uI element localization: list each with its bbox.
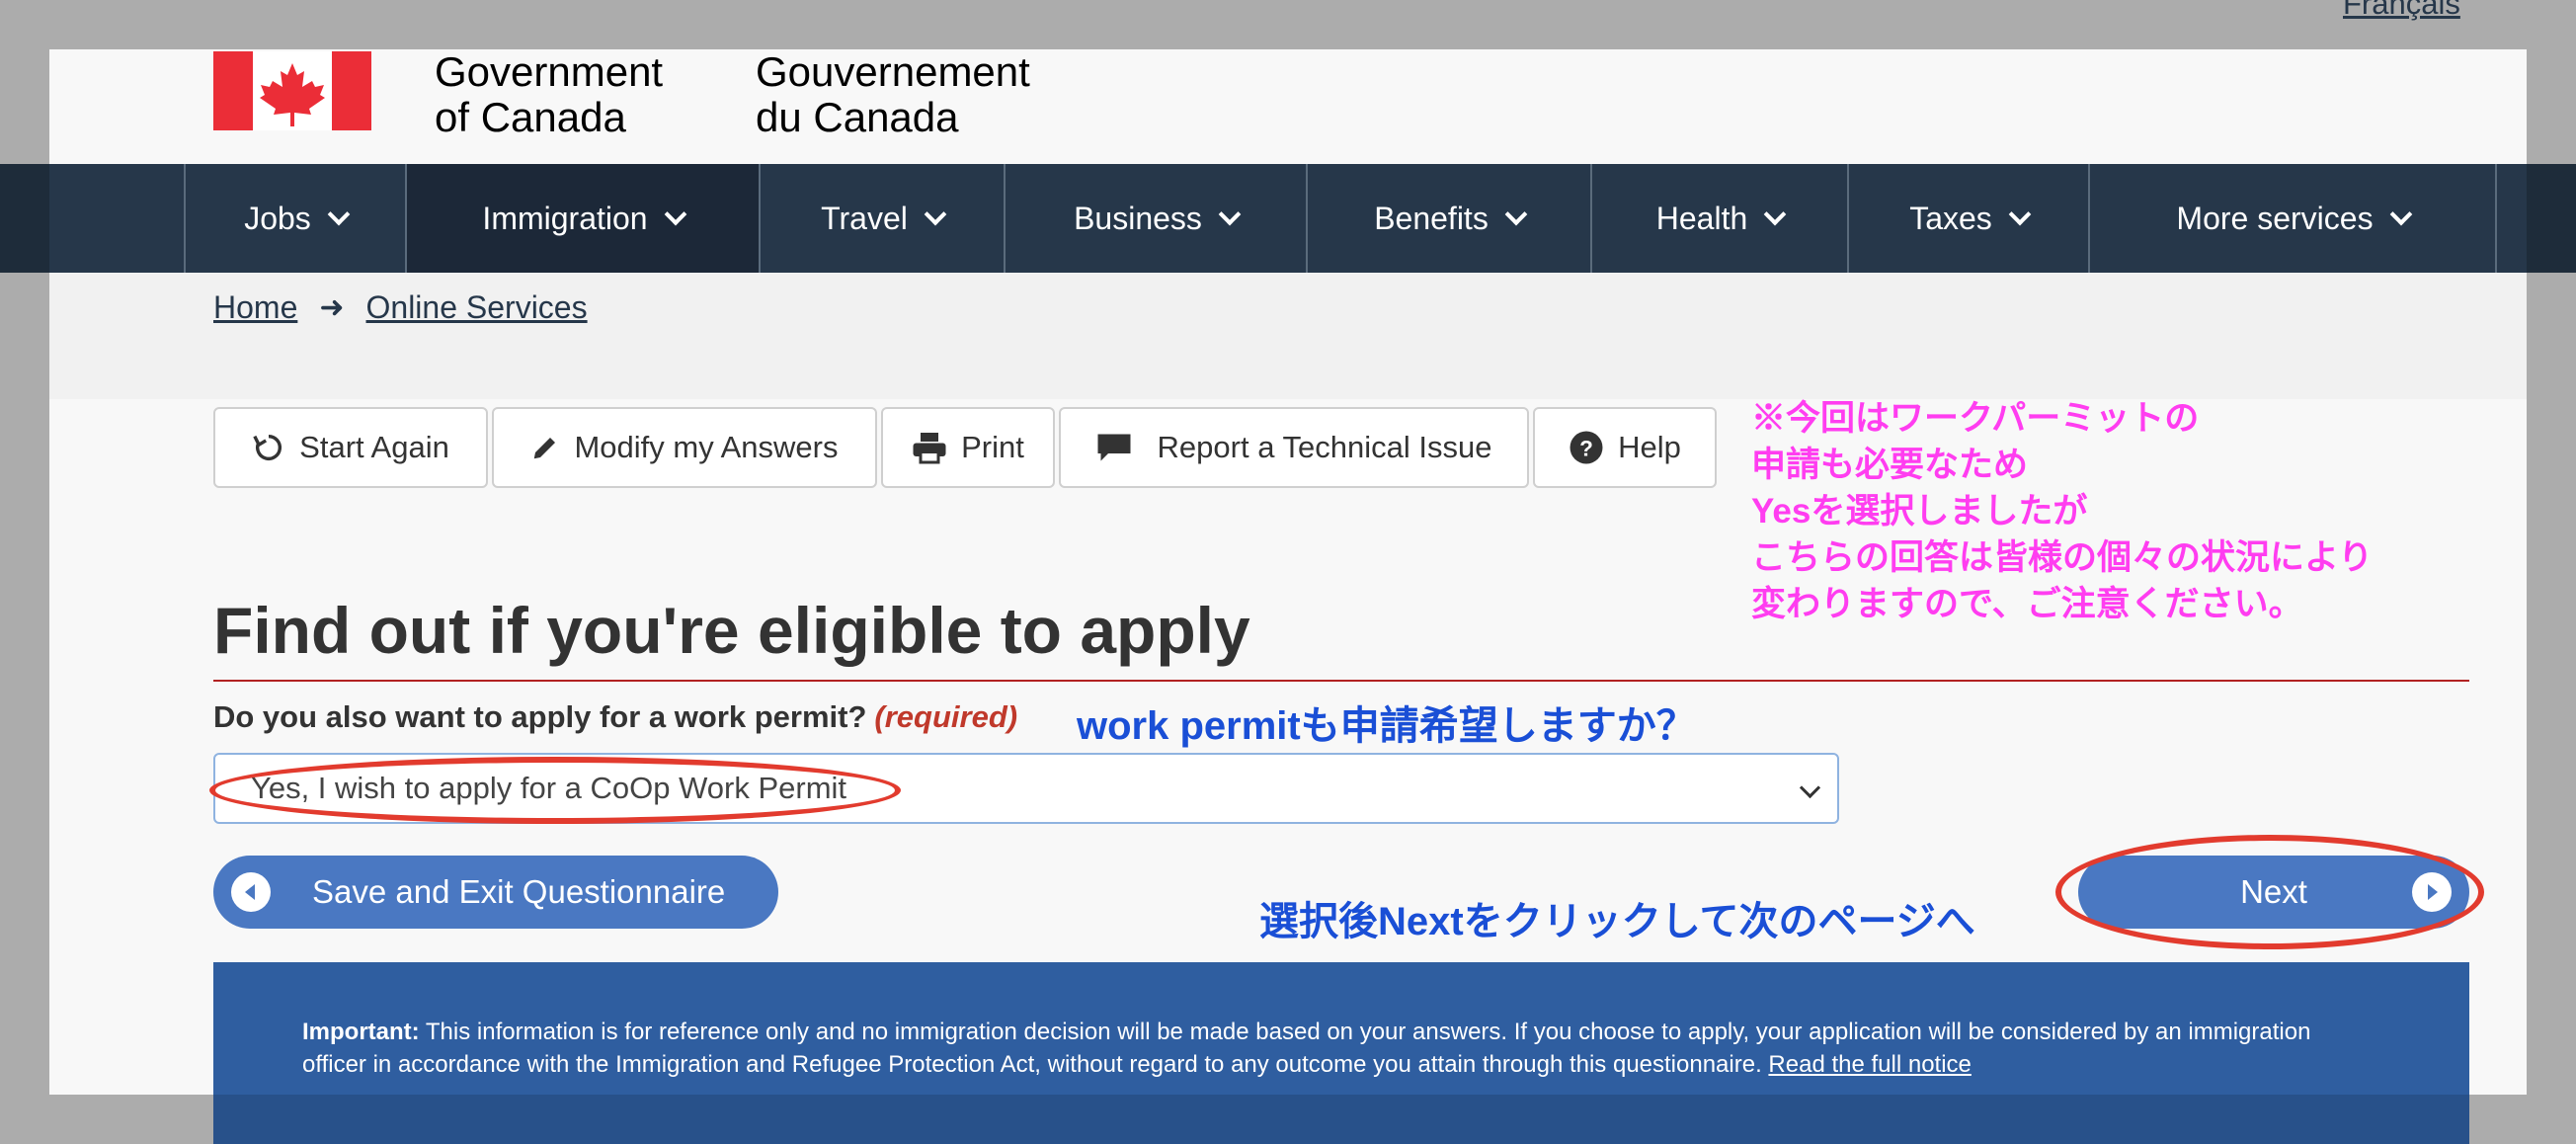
breadcrumb: Home ➜ Online Services	[213, 289, 588, 326]
chevron-down-icon	[664, 203, 686, 226]
menu-item-health[interactable]: Health	[1592, 164, 1849, 273]
page-title: Find out if you're eligible to apply	[213, 594, 1250, 667]
menu-item-travel[interactable]: Travel	[761, 164, 1006, 273]
question-label: Do you also want to apply for a work per…	[213, 699, 1018, 734]
chevron-down-icon	[1799, 776, 1821, 799]
comment-icon	[1097, 434, 1131, 461]
annotation-note: ※今回はワークパーミットの 申請も必要なため Yesを選択しましたが こちらの回…	[1751, 399, 2374, 623]
start-again-button[interactable]: Start Again	[213, 407, 488, 488]
annotation-next-jp: 選択後Nextをクリックして次のページへ	[1259, 900, 1975, 943]
chevron-down-icon	[2389, 203, 2412, 226]
pencil-icon	[534, 438, 556, 459]
menu-item-jobs[interactable]: Jobs	[186, 164, 407, 273]
chevron-down-icon	[1504, 203, 1528, 226]
arrow-left-circle-icon	[231, 872, 271, 912]
chevron-down-icon	[924, 203, 947, 226]
notice-overflow-strip	[213, 1095, 2469, 1144]
menu-item-benefits[interactable]: Benefits	[1308, 164, 1592, 273]
menu-item-immigration[interactable]: Immigration	[407, 164, 761, 273]
required-marker: (required)	[874, 699, 1018, 734]
important-notice: Important: This information is for refer…	[213, 962, 2469, 1095]
print-button[interactable]: Print	[881, 407, 1055, 488]
menu-shade-left	[0, 164, 49, 273]
language-toggle-link[interactable]: Français	[2343, 0, 2460, 22]
question-circle-icon: ?	[1570, 431, 1603, 464]
modify-answers-button[interactable]: Modify my Answers	[492, 407, 877, 488]
breadcrumb-home-link[interactable]: Home	[213, 289, 297, 326]
canada-flag-icon	[213, 51, 371, 130]
breadcrumb-online-services-link[interactable]: Online Services	[366, 289, 588, 326]
read-full-notice-link[interactable]: Read the full notice	[1768, 1051, 1971, 1078]
restart-icon	[253, 434, 282, 461]
title-divider	[213, 680, 2469, 682]
toolbar: Start Again Modify my Answers Print Repo…	[213, 407, 1721, 488]
printer-icon	[913, 433, 946, 464]
chevron-down-icon	[327, 203, 351, 226]
chevron-down-icon	[2008, 203, 2032, 226]
menu-item-taxes[interactable]: Taxes	[1849, 164, 2090, 273]
save-exit-button[interactable]: Save and Exit Questionnaire	[213, 856, 778, 929]
arrow-right-icon: ➜	[319, 291, 345, 324]
main-menu: Jobs Immigration Travel Business Benefit…	[184, 164, 2497, 273]
chevron-down-icon	[1763, 203, 1787, 226]
gov-signature-en[interactable]: Government of Canada	[435, 49, 663, 140]
highlight-oval-select	[209, 757, 901, 824]
menu-shade-right	[2527, 164, 2576, 273]
menu-item-business[interactable]: Business	[1006, 164, 1308, 273]
report-issue-button[interactable]: Report a Technical Issue	[1059, 407, 1529, 488]
highlight-oval-next	[2055, 835, 2484, 949]
menu-item-more-services[interactable]: More services	[2090, 164, 2497, 273]
chevron-down-icon	[1218, 203, 1242, 226]
gov-signature-fr[interactable]: Gouvernement du Canada	[756, 49, 1030, 140]
annotation-question-jp: work permitも申請希望しますか？	[1077, 704, 1696, 748]
help-button[interactable]: ? Help	[1533, 407, 1717, 488]
svg-text:?: ?	[1579, 436, 1593, 460]
